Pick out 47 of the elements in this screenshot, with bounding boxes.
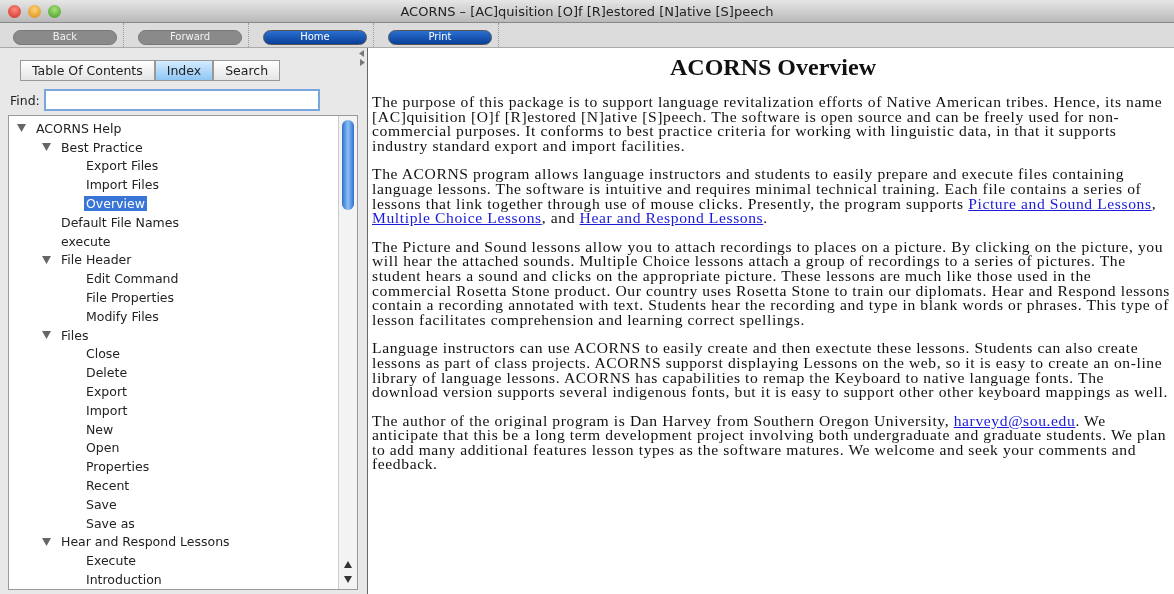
tree-item[interactable]: Import Files [84, 177, 161, 193]
scrollbar-thumb[interactable] [342, 120, 354, 210]
paragraph: The ACORNS program allows language instructors and students to easily prepare and execute files containing language lessons. The software is intuitive and requires minimal technical training. Each file contains a series of lessons that link together through use of mouse clicks. Presently, the program supports Picture and Sound Lessons, Multiple Choice Lessons, and Hear and Respond Lessons. [372, 167, 1158, 226]
tree-item[interactable]: Files [59, 327, 91, 343]
page-heading: ACORNS Overview [669, 54, 877, 81]
tree-item[interactable]: Overview [84, 196, 147, 212]
tree-item[interactable]: Execute [84, 553, 138, 569]
tree-item[interactable]: Export [84, 384, 129, 400]
paragraph: Language instructors can use ACORNS to easily create and then exectute these lessons. Students can also create lessons as part of class projects. ACORNS supporst displaying Lessons on the web, so it is easy to create an on-line library of language lessons. ACORNS has capabilities to remap the Keyboard to native language fonts. The download version supports several indigenous fonts, but it is easy to support other other keyboard mappings as well. [372, 341, 1169, 400]
tree-item[interactable]: Best Practice [59, 139, 145, 155]
tree-item[interactable]: execute [59, 233, 113, 249]
scroll-up-icon[interactable] [344, 561, 352, 568]
tree-item[interactable]: Save as [84, 515, 137, 531]
scrollbar-track[interactable] [338, 116, 357, 589]
tree-item[interactable]: Export Files [84, 158, 161, 174]
scroll-down-icon[interactable] [344, 576, 352, 583]
tab[interactable]: Table Of Contents [20, 60, 155, 81]
tree-item[interactable]: File Properties [84, 290, 177, 306]
find-field[interactable] [43, 89, 320, 111]
link[interactable]: harveyd@sou.edu [953, 411, 1076, 429]
tree-item[interactable]: New [84, 421, 116, 437]
paragraph: The author of the original program is Dan Harvey from Southern Oregon University, harveyd@sou.edu. We anticipate that this be a long term development project involving both undergraduate and graduate students. We plan to add many additional features lesson types as the software matures. We welcome and seek your comments and feedback. [372, 413, 1168, 473]
tree-item[interactable]: Properties [84, 459, 152, 475]
tree-item[interactable]: Close [84, 346, 123, 362]
tree-item[interactable]: File Header [59, 252, 134, 268]
toolbar-button[interactable]: Home [263, 29, 367, 45]
window-title: ACORNS – [AC]quisition [O]f [R]estored [N]ative [S]peech [399, 3, 775, 19]
tab[interactable]: Index [154, 60, 214, 81]
tree-item[interactable]: Recent [84, 478, 132, 494]
tree-item[interactable]: Delete [84, 365, 130, 381]
toolbar-button[interactable]: Print [388, 29, 492, 45]
tree-item[interactable]: Edit Command [84, 271, 181, 287]
tree-item[interactable]: Open [84, 440, 122, 456]
tree-item[interactable]: Default File Names [59, 214, 181, 230]
close-icon[interactable] [8, 4, 21, 18]
tree-item[interactable]: Hear and Respond Lessons [59, 534, 232, 550]
tree-item[interactable]: Import [84, 402, 130, 418]
tree-item[interactable]: Modify Files [84, 308, 161, 324]
paragraph: The Picture and Sound lessons allow you to attach recordings to places on a picture. By clicking on the picture, you will hear the attached sounds. Multiple Choice lessons attach a group of recordings to a series of pictures. The student hears a sound and clicks on the appropriate picture. These lessons are much like those used in the commercial Rosetta Stone product. Our country uses Rosetta Stone to train our diplomats. Hear and Respond lessons contain a recording annotated with text. Students hear the recording and type in blank words or phrases. This type of lesson facilitates comprehension and learning correct spellings. [372, 239, 1171, 328]
tab[interactable]: Search [213, 60, 281, 81]
paragraph: The purpose of this package is to support language revitalization efforts of Native American tribes. Hence, its name [AC]quisition [O]f [R]estored [N]ative [S]peech. The software is open source and can be freely used for non-commercial purposes. It conforms to best practice criteria for working with linguistic data, in that it supports industry standard export and import facilities. [372, 95, 1164, 154]
link[interactable]: Picture and Sound Lessons [968, 194, 1152, 212]
tree-item[interactable]: Introduction [84, 572, 164, 587]
tree-item[interactable]: ACORNS Help [34, 120, 124, 136]
find-label: Find: [10, 92, 40, 108]
collapse-arrows-icon[interactable] [359, 50, 365, 66]
tree-item[interactable]: Save [84, 496, 119, 512]
